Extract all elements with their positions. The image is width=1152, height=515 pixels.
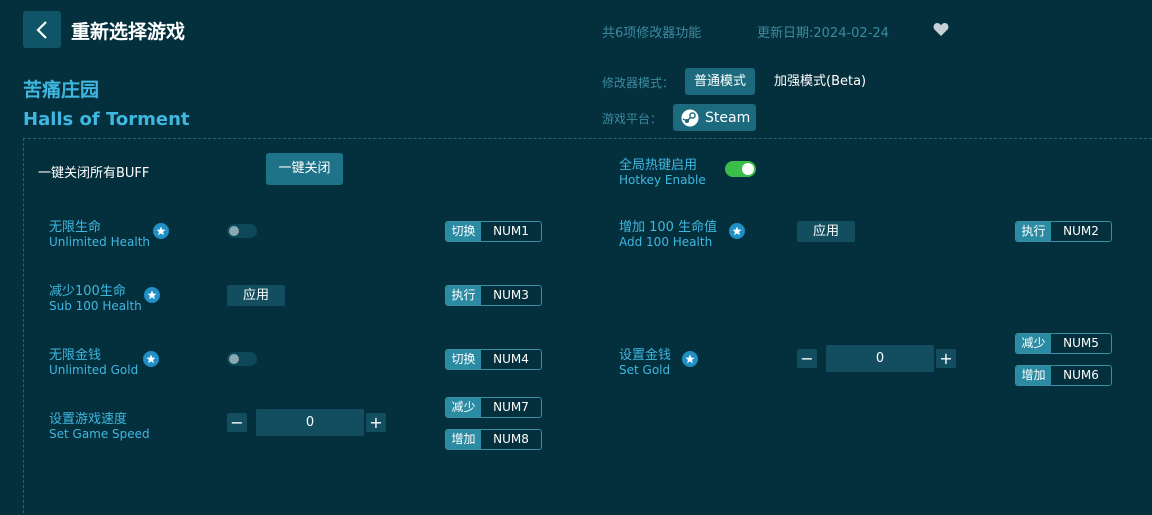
unlimited-health-label-cn: 无限生命 <box>49 220 102 235</box>
star-icon <box>729 223 745 239</box>
hotkey-key: NUM4 <box>481 350 541 369</box>
hotkey-enable-label-cn: 全局热键启用 <box>619 158 698 173</box>
game-name-en: Halls of Torment <box>23 109 190 130</box>
set-gold-decrease-hotkey[interactable]: 减少 NUM5 <box>1015 333 1112 354</box>
hotkey-enable-label-en: Hotkey Enable <box>619 173 706 187</box>
sub-health-apply-button[interactable]: 应用 <box>227 285 285 306</box>
hotkey-key: NUM3 <box>481 286 541 305</box>
star-icon <box>682 351 698 367</box>
hotkey-action: 减少 <box>1016 334 1051 353</box>
unlimited-health-label-en: Unlimited Health <box>49 235 151 249</box>
hotkey-key: NUM1 <box>481 222 541 241</box>
star-icon <box>153 223 169 239</box>
set-gold-increment-button[interactable]: + <box>936 349 956 368</box>
steam-platform-button[interactable]: Steam <box>673 104 756 131</box>
game-speed-label-cn: 设置游戏速度 <box>49 412 128 427</box>
back-button[interactable] <box>23 11 61 48</box>
game-speed-decrement-button[interactable]: − <box>227 413 247 432</box>
game-speed-input[interactable]: 0 <box>256 409 364 436</box>
hotkey-action: 切换 <box>446 350 481 369</box>
set-gold-increase-hotkey[interactable]: 增加 NUM6 <box>1015 365 1112 386</box>
set-gold-input[interactable]: 0 <box>826 345 934 372</box>
mode-label: 修改器模式： <box>602 76 675 90</box>
hotkey-action: 增加 <box>1016 366 1051 385</box>
set-gold-label-en: Set Gold <box>619 363 671 377</box>
game-speed-increase-hotkey[interactable]: 增加 NUM8 <box>445 429 542 450</box>
hotkey-key: NUM5 <box>1051 334 1111 353</box>
set-gold-label-cn: 设置金钱 <box>619 348 672 363</box>
hotkey-key: NUM8 <box>481 430 541 449</box>
hotkey-action: 增加 <box>446 430 481 449</box>
sub-health-label-en: Sub 100 Health <box>49 299 142 313</box>
unlimited-gold-label-cn: 无限金钱 <box>49 348 102 363</box>
update-date: 更新日期:2024-02-24 <box>757 26 889 41</box>
page-title: 重新选择游戏 <box>71 21 186 43</box>
game-name-cn: 苦痛庄园 <box>23 79 100 101</box>
add-health-hotkey[interactable]: 执行 NUM2 <box>1015 221 1112 242</box>
unlimited-gold-toggle[interactable] <box>227 352 257 366</box>
disable-all-button[interactable]: 一键关闭 <box>266 153 343 185</box>
steam-icon <box>681 109 699 126</box>
platform-label: 游戏平台： <box>602 112 663 126</box>
hotkey-action: 切换 <box>446 222 481 241</box>
hotkey-key: NUM7 <box>481 398 541 417</box>
add-health-label-cn: 增加 100 生命值 <box>619 220 718 235</box>
set-gold-decrement-button[interactable]: − <box>797 349 817 368</box>
star-icon <box>144 287 160 303</box>
game-speed-decrease-hotkey[interactable]: 减少 NUM7 <box>445 397 542 418</box>
hotkey-action: 执行 <box>1016 222 1051 241</box>
add-health-label-en: Add 100 Health <box>619 235 713 249</box>
heart-icon <box>933 23 949 36</box>
hotkey-key: NUM6 <box>1051 366 1111 385</box>
favorite-button[interactable] <box>933 22 949 41</box>
star-icon <box>143 351 159 367</box>
game-speed-increment-button[interactable]: + <box>366 413 386 432</box>
unlimited-gold-hotkey[interactable]: 切换 NUM4 <box>445 349 542 370</box>
hotkey-action: 执行 <box>446 286 481 305</box>
add-health-apply-button[interactable]: 应用 <box>797 221 855 242</box>
sub-health-hotkey[interactable]: 执行 NUM3 <box>445 285 542 306</box>
options-panel <box>23 138 1152 515</box>
sub-health-label-cn: 减少100生命 <box>49 284 126 299</box>
chevron-left-icon <box>36 20 47 39</box>
unlimited-health-toggle[interactable] <box>227 224 257 238</box>
game-speed-label-en: Set Game Speed <box>49 427 150 441</box>
disable-all-label: 一键关闭所有BUFF <box>38 166 150 181</box>
enhanced-mode-button[interactable]: 加强模式(Beta) <box>765 68 875 95</box>
normal-mode-button[interactable]: 普通模式 <box>685 68 756 95</box>
unlimited-health-hotkey[interactable]: 切换 NUM1 <box>445 221 542 242</box>
hotkey-enable-toggle[interactable] <box>725 161 756 177</box>
hotkey-key: NUM2 <box>1051 222 1111 241</box>
unlimited-gold-label-en: Unlimited Gold <box>49 363 139 377</box>
hotkey-action: 减少 <box>446 398 481 417</box>
platform-name: Steam <box>705 109 751 126</box>
feature-count: 共6项修改器功能 <box>602 26 702 41</box>
